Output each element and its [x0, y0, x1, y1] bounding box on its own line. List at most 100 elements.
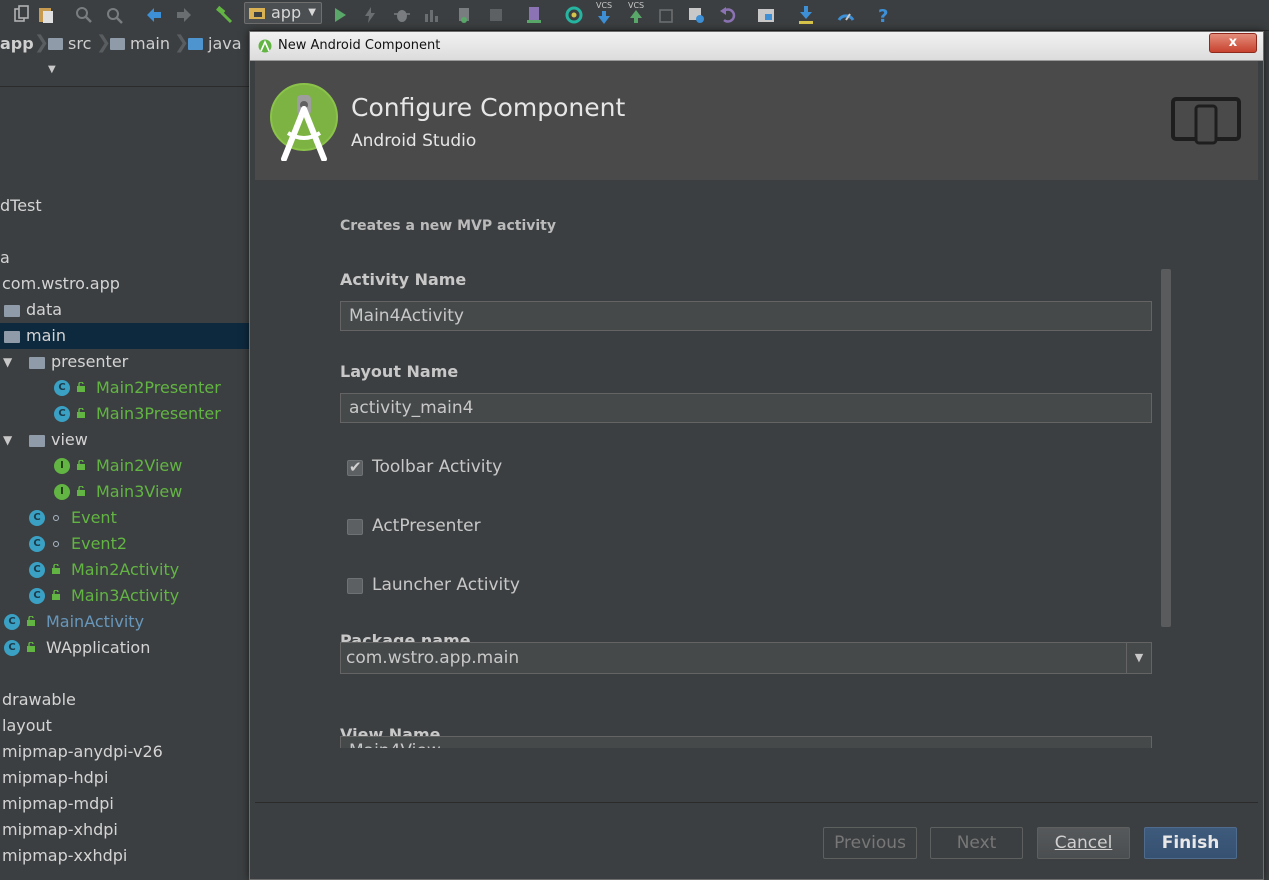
help-icon[interactable]: ? [874, 5, 894, 25]
tree-item-class[interactable]: C Event [0, 505, 250, 531]
tree-item-res-folder[interactable]: layout [0, 713, 250, 739]
package-folder-icon [29, 357, 45, 369]
tree-item-res-folder[interactable]: drawable [0, 687, 250, 713]
android-studio-logo-icon [270, 83, 338, 161]
act-presenter-checkbox[interactable] [347, 519, 363, 535]
class-icon: C [4, 614, 20, 630]
expand-arrow-icon[interactable]: ▼ [3, 349, 12, 375]
tree-item-presenter[interactable]: ▼ presenter [0, 349, 250, 375]
tree-item-res-folder[interactable]: mipmap-xhdpi [0, 817, 250, 843]
layout-name-label: Layout Name [340, 362, 459, 381]
new-android-component-dialog: New Android Component x Configure Compon… [249, 31, 1264, 880]
activity-name-label: Activity Name [340, 270, 467, 289]
sdk-manager-icon[interactable] [796, 5, 816, 25]
build-hammer-icon[interactable] [214, 5, 234, 25]
tree-item-res-folder[interactable]: mipmap-hdpi [0, 765, 250, 791]
tree-item-label: main [26, 326, 66, 345]
tree-item-label: MainActivity [46, 612, 145, 631]
tree-item[interactable]: a [0, 245, 250, 271]
vcs-commit-icon[interactable]: VCS [626, 0, 646, 23]
tree-item-label: a [0, 248, 10, 267]
show-diff-icon[interactable] [686, 5, 706, 25]
tree-item-class[interactable]: C Event2 [0, 531, 250, 557]
editor-edge [1264, 31, 1269, 880]
class-icon: C [4, 640, 20, 656]
find-icon[interactable] [74, 5, 94, 25]
back-icon[interactable] [144, 5, 164, 25]
avd-manager-icon[interactable] [524, 5, 544, 25]
breadcrumb-item-java[interactable]: java [188, 34, 242, 53]
package-name-select[interactable]: com.wstro.app.main ▼ [340, 642, 1152, 674]
tree-item-label: Main2View [96, 456, 183, 475]
debug-icon[interactable] [392, 5, 412, 25]
layout-name-field[interactable]: activity_main4 [340, 393, 1152, 423]
view-mode-chevron-down-icon[interactable]: ▼ [48, 64, 56, 75]
tree-item-class[interactable]: C Main2Presenter [0, 375, 250, 401]
apply-changes-icon[interactable] [360, 5, 380, 25]
tree-item-res-folder[interactable]: mipmap-xxhdpi [0, 843, 250, 869]
vcs-update-icon[interactable]: VCS [594, 0, 614, 24]
breadcrumb-item-main[interactable]: main [110, 34, 170, 53]
history-icon[interactable] [656, 5, 676, 25]
tree-item-label: Main3View [96, 482, 183, 501]
tree-item-class[interactable]: C WApplication [0, 635, 250, 661]
next-button[interactable]: Next [930, 827, 1023, 859]
chevron-down-icon[interactable]: ▼ [1126, 643, 1151, 673]
act-presenter-label[interactable]: ActPresenter [372, 516, 481, 536]
tree-item-class[interactable]: C Main3Activity [0, 583, 250, 609]
tree-item-label: Event2 [71, 534, 128, 553]
expand-arrow-icon[interactable]: ▼ [3, 427, 12, 453]
profiler-gauge-icon[interactable] [836, 5, 856, 25]
close-button[interactable]: x [1209, 33, 1257, 53]
view-name-field[interactable]: Main4View [340, 736, 1152, 748]
stop-icon[interactable] [486, 5, 506, 25]
breadcrumb-item-src[interactable]: src [48, 34, 91, 53]
tree-item-data[interactable]: data [0, 297, 250, 323]
attach-debugger-icon[interactable] [454, 5, 474, 25]
class-icon: C [29, 588, 45, 604]
public-lock-icon [52, 564, 60, 574]
replace-icon[interactable] [104, 5, 124, 25]
tree-item-res-folder[interactable]: mipmap-mdpi [0, 791, 250, 817]
tree-item-class[interactable]: C Main3Presenter [0, 401, 250, 427]
interface-icon: I [54, 484, 70, 500]
tree-item-label: Main2Activity [71, 560, 180, 579]
forward-icon[interactable] [174, 5, 194, 25]
run-icon[interactable] [330, 5, 350, 25]
tree-item-class[interactable]: C Main2Activity [0, 557, 250, 583]
class-icon: C [29, 562, 45, 578]
run-configuration-select[interactable]: app ▼ [244, 2, 322, 24]
copy-icon[interactable] [12, 5, 32, 25]
previous-button[interactable]: Previous [823, 827, 917, 859]
dialog-titlebar[interactable]: New Android Component x [250, 32, 1263, 61]
tree-item-res-folder[interactable]: mipmap-anydpi-v26 [0, 739, 250, 765]
launcher-activity-checkbox[interactable] [347, 578, 363, 594]
tree-item-interface[interactable]: I Main2View [0, 453, 250, 479]
revert-icon[interactable] [718, 5, 738, 25]
source-folder-icon [188, 38, 203, 50]
tree-item-class[interactable]: C MainActivity [0, 609, 250, 635]
tree-item[interactable]: dTest [0, 193, 250, 219]
sync-icon[interactable] [564, 5, 584, 25]
tree-item-package[interactable]: com.wstro.app [0, 271, 250, 297]
tree-item-main[interactable]: main [0, 323, 250, 349]
activity-name-field[interactable]: Main4Activity [340, 301, 1152, 331]
tree-item-label: drawable [2, 690, 76, 709]
toolbar-activity-label[interactable]: Toolbar Activity [372, 457, 502, 477]
toolbar-activity-checkbox[interactable] [347, 458, 363, 476]
launcher-activity-label[interactable]: Launcher Activity [372, 575, 520, 595]
breadcrumb-item-app[interactable]: app [0, 34, 34, 53]
cancel-button[interactable]: Cancel [1037, 827, 1130, 859]
tree-item-label: mipmap-xhdpi [2, 820, 118, 839]
project-structure-icon[interactable] [756, 5, 776, 25]
form-scrollbar[interactable] [1161, 269, 1171, 627]
tree-item-label: mipmap-xxhdpi [2, 846, 128, 865]
tree-item-view[interactable]: ▼ view [0, 427, 250, 453]
chevron-down-icon: ▼ [308, 7, 316, 18]
tree-item-interface[interactable]: I Main3View [0, 479, 250, 505]
paste-icon[interactable] [36, 5, 56, 25]
profile-icon[interactable] [422, 5, 442, 25]
footer-divider [255, 802, 1258, 803]
package-folder-icon [29, 435, 45, 447]
finish-button[interactable]: Finish [1144, 827, 1237, 859]
